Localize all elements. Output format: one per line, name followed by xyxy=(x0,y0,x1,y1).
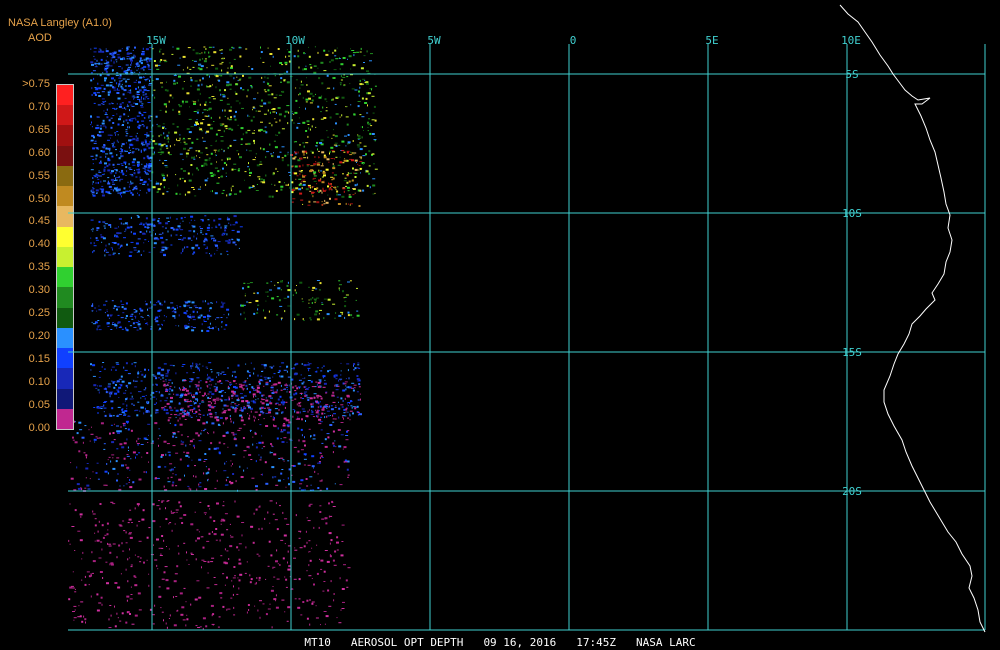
footer-caption: MT10 AEROSOL OPT DEPTH 09 16, 2016 17:45Z NA… xyxy=(0,636,1000,649)
lat-label: 15S xyxy=(842,346,862,359)
lon-label: 5W xyxy=(427,34,441,47)
lat-label: 10S xyxy=(842,207,862,220)
footer-time: 17:45Z xyxy=(576,636,617,649)
aod-map: 15W 10W 5W 0 5E 10E 5S 10S 15S 20S xyxy=(68,4,986,633)
lat-label: 5S xyxy=(845,68,858,81)
footer-product: MT10 xyxy=(304,636,331,649)
footer-title: AEROSOL OPT DEPTH xyxy=(350,636,464,649)
lon-label: 0 xyxy=(570,34,577,47)
lon-label: 15W xyxy=(146,34,166,47)
aod-pixel-layer xyxy=(68,46,378,630)
lon-label: 10E xyxy=(841,34,861,47)
aod-map-viewer: NASA Langley (A1.0) AOD >0.75 0.70 0.65 0.6… xyxy=(0,0,1000,650)
lat-label: 20S xyxy=(842,485,862,498)
footer-date: 09 16, 2016 xyxy=(483,636,557,649)
lon-label: 10W xyxy=(285,34,305,47)
lat-lon-grid: 15W 10W 5W 0 5E 10E 5S 10S 15S 20S xyxy=(68,34,986,631)
footer-org: NASA LARC xyxy=(636,636,696,649)
africa-coastline xyxy=(839,4,986,633)
lon-label: 5E xyxy=(705,34,718,47)
